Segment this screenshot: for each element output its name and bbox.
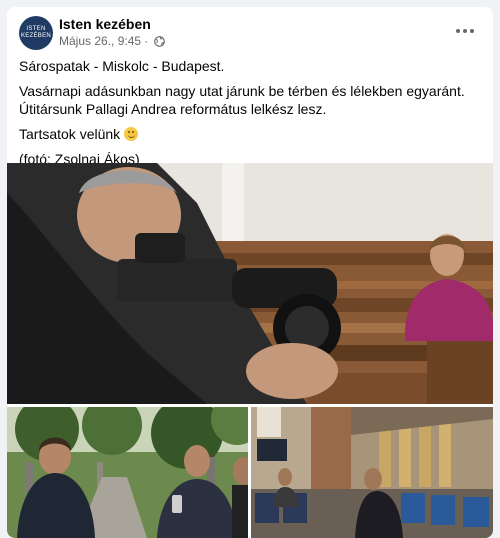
more-options-icon[interactable] — [453, 21, 477, 41]
post-date-link[interactable]: Május 26., 9:45 — [59, 34, 141, 48]
invitation-text: Tartsatok velünk — [19, 126, 121, 142]
post-card: ISTEN KEZÉBEN Isten kezében Május 26., 9… — [7, 7, 493, 538]
post-body: Sárospatak - Miskolc - Budapest. Vasárna… — [19, 57, 483, 175]
avatar-text-line-1: ISTEN — [26, 26, 46, 32]
post-header: ISTEN KEZÉBEN Isten kezében Május 26., 9… — [7, 7, 493, 57]
meta-separator: · — [144, 34, 149, 48]
post-text-description: Vasárnapi adásunkban nagy utat járunk be… — [19, 83, 465, 117]
page-name-link[interactable]: Isten kezében — [59, 16, 151, 32]
avatar[interactable]: ISTEN KEZÉBEN — [19, 16, 53, 50]
post-photo-church-interior[interactable] — [251, 407, 493, 538]
post-meta: Május 26., 9:45 · — [59, 34, 165, 48]
avatar-text-line-2: KEZÉBEN — [20, 33, 52, 39]
post-photo-main[interactable] — [7, 163, 493, 404]
globe-icon[interactable] — [154, 35, 165, 47]
post-text-route: Sárospatak - Miskolc - Budapest. — [19, 58, 225, 74]
post-text-invitation: Tartsatok velünk — [19, 125, 483, 143]
post-photo-cemetery[interactable] — [7, 407, 248, 538]
smiling-face-emoji-icon — [124, 127, 139, 141]
